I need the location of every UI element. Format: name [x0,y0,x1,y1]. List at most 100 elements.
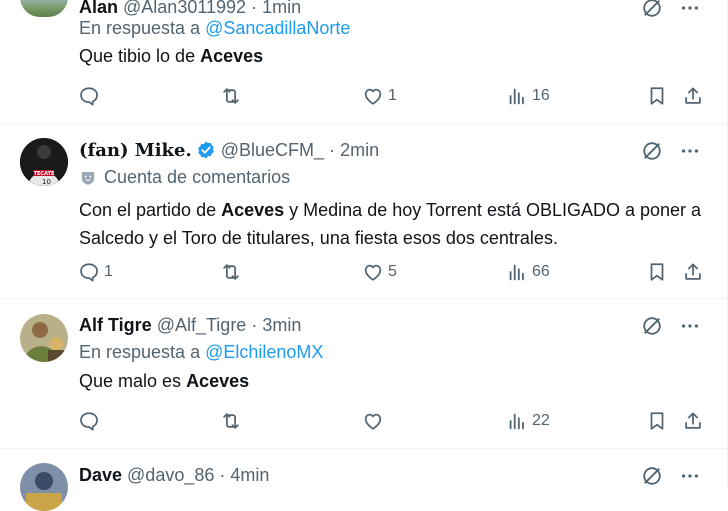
more-icon[interactable] [677,313,703,339]
user-handle[interactable]: @davo_86 [127,465,214,486]
comment-account-icon [79,169,97,187]
more-icon[interactable] [677,138,703,164]
tweet[interactable]: TECATE 10 (fan) Mike. @BlueCFM_ · 2min C… [0,124,727,299]
bookmark-button[interactable] [646,258,668,286]
like-count: 5 [388,263,397,280]
share-button[interactable] [682,82,704,110]
avatar[interactable] [20,314,68,362]
tweet-text: Que tibio lo de Aceves [79,42,709,70]
user-handle[interactable]: @BlueCFM_ [221,140,324,161]
tweet-top-actions [639,313,703,339]
display-name[interactable]: Dave [79,465,122,486]
reply-count: 1 [104,263,113,280]
tweet-text-highlight: Aceves [186,371,250,391]
separator-dot: · [251,314,258,335]
retweet-icon [223,88,239,104]
share-button[interactable] [682,407,704,435]
bookmark-icon [650,87,664,105]
separator-dot: · [329,139,336,160]
like-count: 1 [388,87,397,104]
user-handle[interactable]: @Alan3011992 [123,0,246,18]
display-name[interactable]: Alf Tigre [79,315,152,336]
display-name[interactable]: Alan [79,0,118,18]
share-icon [685,87,701,104]
views-count: 22 [532,412,550,429]
grok-icon[interactable] [639,313,665,339]
reply-context: En respuesta a @ElchilenoMX [79,342,323,363]
tweet-text-highlight: Aceves [221,200,285,220]
tweet-text-part: Que tibio lo de [79,46,201,66]
views-icon [509,264,524,281]
tweet-text-highlight: Aceves [200,46,264,66]
tweet-top-actions [639,463,703,489]
reply-prefix: En respuesta a [79,18,201,38]
avatar[interactable]: TECATE 10 [20,138,68,186]
share-icon [685,412,701,429]
bookmark-button[interactable] [646,407,668,435]
retweet-button[interactable] [220,407,246,435]
reply-icon [80,263,98,282]
tweet-text: Que malo es Aceves [79,367,709,395]
timestamp[interactable]: 2min [340,140,379,161]
tweet[interactable]: Alan @Alan3011992 · 1min En respuesta a … [0,0,727,124]
views-button[interactable]: 22 [506,407,550,435]
display-name[interactable]: (fan) Mike. [79,140,192,161]
reply-context: En respuesta a @SancadillaNorte [79,18,350,39]
like-icon [364,88,382,105]
tweet-text: Con el partido de Aceves y Medina de hoy… [79,196,709,252]
bookmark-button[interactable] [646,82,668,110]
reply-button[interactable] [78,82,104,110]
reply-button[interactable]: 1 [78,258,113,286]
avatar[interactable] [20,463,68,511]
more-icon[interactable] [677,0,703,21]
verified-badge-icon [196,140,216,160]
account-label-text: Cuenta de comentarios [104,167,291,187]
retweet-button[interactable] [220,258,246,286]
timestamp[interactable]: 1min [262,0,301,18]
reply-prefix: En respuesta a [79,342,201,362]
reply-mention-link[interactable]: @SancadillaNorte [205,18,350,38]
tweet-header: (fan) Mike. @BlueCFM_ · 2min [79,138,379,162]
tweet-top-actions [639,138,703,164]
views-button[interactable]: 16 [506,82,550,110]
more-icon[interactable] [677,463,703,489]
reply-icon [80,412,98,431]
bookmark-icon [650,412,664,430]
tweet-text-part: Con el partido de [79,200,222,220]
tweet-text-part: Que malo es [79,371,187,391]
user-handle[interactable]: @Alf_Tigre [157,315,247,336]
grok-icon[interactable] [639,0,665,21]
svg-text:10: 10 [42,178,51,186]
tweet-top-actions [639,0,703,21]
share-button[interactable] [682,258,704,286]
timestamp[interactable]: 3min [262,315,301,336]
tweet[interactable]: Dave @davo_86 · 4min [0,449,727,511]
separator-dot: · [251,0,258,17]
reply-mention-link[interactable]: @ElchilenoMX [205,342,323,362]
tweet-actions: 22 [78,407,710,435]
views-icon [509,413,524,430]
views-button[interactable]: 66 [506,258,550,286]
retweet-button[interactable] [220,82,246,110]
tweet-actions: 1 5 66 [78,258,710,286]
tweet-actions: 1 16 [78,82,710,110]
grok-icon[interactable] [639,138,665,164]
timestamp[interactable]: 4min [230,465,269,486]
tweet[interactable]: Alf Tigre @Alf_Tigre · 3min En respuesta… [0,299,727,449]
reply-button[interactable] [78,407,104,435]
retweet-icon [223,264,239,280]
svg-text:TECATE: TECATE [34,171,55,177]
retweet-icon [223,413,239,429]
like-button[interactable]: 5 [362,258,397,286]
views-count: 16 [532,87,550,104]
avatar[interactable] [20,0,68,17]
views-count: 66 [532,263,550,280]
like-icon [364,413,382,430]
tweet-header: Alf Tigre @Alf_Tigre · 3min [79,313,301,337]
reply-icon [80,87,98,106]
grok-icon[interactable] [639,463,665,489]
bookmark-icon [650,263,664,281]
like-button[interactable] [362,407,388,435]
share-icon [685,263,701,280]
like-button[interactable]: 1 [362,82,397,110]
